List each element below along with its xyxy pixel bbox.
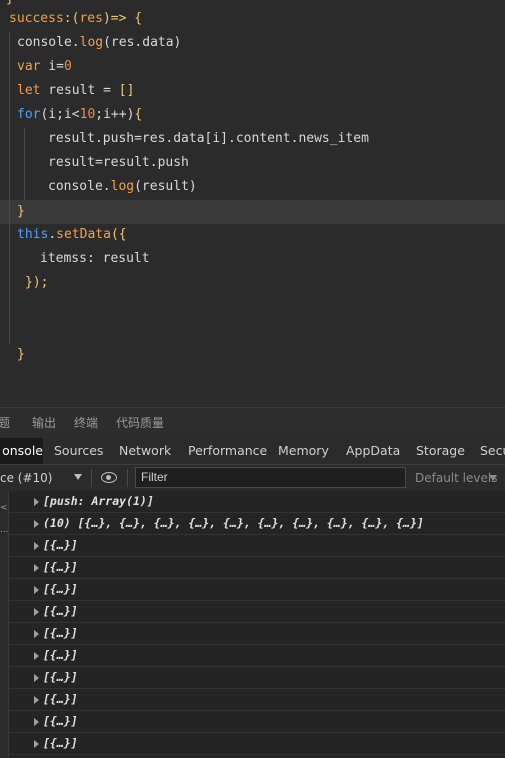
expand-triangle-icon[interactable] [34,652,39,660]
tab-problems[interactable]: 题 [0,408,10,439]
indent-guide [9,32,10,344]
tab-performance[interactable]: Performance [188,438,267,464]
code-line-10: this.setData({ [17,227,127,242]
expand-triangle-icon[interactable] [34,718,39,726]
gutter-mark: < [0,503,8,513]
chevron-down-icon[interactable] [74,474,82,480]
tab-memory[interactable]: Memory [278,438,329,464]
console-row[interactable]: [{…}] [8,711,505,733]
toolbar-divider [91,469,92,487]
devtools-tab-bar: onsole Sources Network Performance Memor… [0,438,505,465]
console-row[interactable]: (10) [{…}, {…}, {…}, {…}, {…}, {…}, {…},… [8,513,505,535]
code-line-12: }); [25,275,49,290]
panel-tab-bar: 题 输出 终端 代码质量 [0,407,505,439]
code-editor[interactable]: } success:(res)=> { console.log(res.data… [0,0,505,407]
tab-terminal[interactable]: 终端 [74,408,98,439]
console-row[interactable]: [{…}] [8,733,505,755]
tab-sources[interactable]: Sources [54,438,103,464]
console-row[interactable]: [{…}] [8,601,505,623]
expand-triangle-icon[interactable] [34,498,39,506]
log-levels-dropdown[interactable]: Default levels [415,465,497,491]
console-row[interactable]: [{…}] [8,689,505,711]
console-row[interactable]: [{…}] [8,557,505,579]
eye-icon[interactable] [101,472,117,483]
expand-triangle-icon[interactable] [34,696,39,704]
tab-network[interactable]: Network [119,438,171,464]
expand-triangle-icon[interactable] [34,630,39,638]
expand-triangle-icon[interactable] [34,542,39,550]
tab-storage[interactable]: Storage [416,438,465,464]
code-line-2: console.log(res.data) [17,35,182,50]
console-row[interactable]: [{…}] [8,623,505,645]
tab-console[interactable]: onsole [0,438,43,464]
console-toolbar: ce (#10) Filter Default levels [0,465,505,492]
code-line-3: var i=0 [17,59,72,74]
filter-input[interactable]: Filter [135,467,406,488]
code-line-9: } [17,204,25,219]
code-line-4: let result = [] [17,83,135,98]
expand-triangle-icon[interactable] [34,520,39,528]
context-selector[interactable]: ce (#10) [0,465,52,491]
code-line-6: result.push=res.data[i].content.news_ite… [48,131,369,146]
tab-output[interactable]: 输出 [32,408,56,439]
console-row[interactable]: [{…}] [8,667,505,689]
console-row[interactable]: [{…}] [8,645,505,667]
code-line-5: for(i;i<10;i++){ [17,107,143,122]
code-line-7: result=result.push [48,155,189,170]
current-line-highlight [0,200,505,224]
code-line-11: itemss: result [40,251,150,266]
tab-code-quality[interactable]: 代码质量 [116,408,164,439]
chevron-down-icon[interactable] [489,475,497,481]
indent-guide [24,128,25,200]
code-line-8: console.log(result) [48,179,197,194]
tab-security[interactable]: Secu [480,438,505,464]
expand-triangle-icon[interactable] [34,586,39,594]
console-output[interactable]: < ... [push: Array(1)] (10) [{…}, {…}, {… [0,491,505,758]
code-line-13: } [17,347,25,362]
expand-triangle-icon[interactable] [34,608,39,616]
toolbar-divider [127,469,128,487]
tab-appdata[interactable]: AppData [346,438,400,464]
console-row[interactable]: [push: Array(1)] [8,491,505,513]
console-row[interactable]: [{…}] [8,579,505,601]
console-row[interactable]: [{…}] [8,535,505,557]
expand-triangle-icon[interactable] [34,564,39,572]
expand-triangle-icon[interactable] [34,740,39,748]
code-line-1: success:(res)=> { [9,11,143,26]
expand-triangle-icon[interactable] [34,674,39,682]
